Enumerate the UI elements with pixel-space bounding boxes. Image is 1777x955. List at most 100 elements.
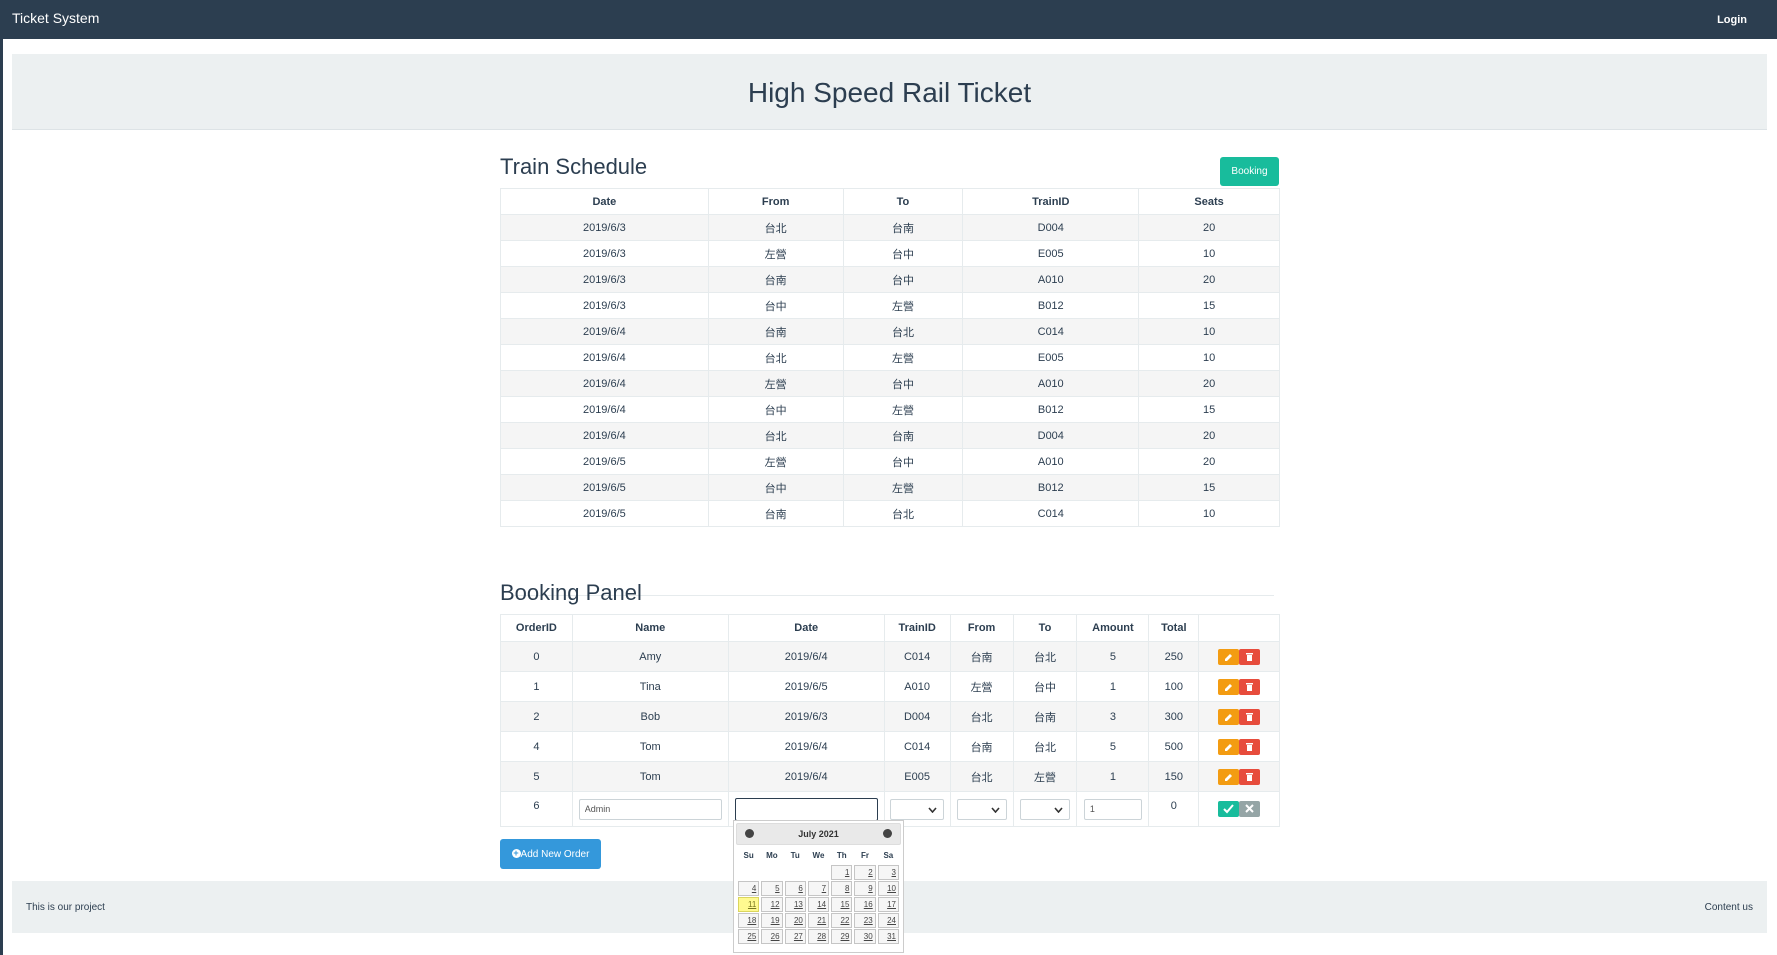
delete-button[interactable] xyxy=(1239,678,1261,695)
schedule-cell: 左營 xyxy=(842,396,964,423)
booking-cell: D004 xyxy=(883,701,951,732)
calendar-day[interactable]: 10 xyxy=(877,880,899,896)
schedule-cell: 2019/6/4 xyxy=(500,396,709,423)
login-link[interactable]: Login xyxy=(1717,14,1747,26)
schedule-cell: 20 xyxy=(1138,214,1280,241)
pencil-icon xyxy=(1225,683,1233,691)
calendar-week: 4 5 6 7 8 9 10 xyxy=(737,880,900,896)
calendar-day[interactable]: 1 xyxy=(831,864,853,880)
delete-button[interactable] xyxy=(1239,738,1261,755)
to-select[interactable] xyxy=(1019,798,1070,820)
calendar-day[interactable]: 22 xyxy=(831,912,853,928)
schedule-column-header: To xyxy=(842,188,964,215)
calendar-cell: 11 xyxy=(737,896,760,912)
date-input[interactable] xyxy=(734,797,878,821)
add-new-order-button[interactable]: + Add New Order xyxy=(500,839,601,869)
edit-button[interactable] xyxy=(1218,708,1240,725)
calendar-day[interactable]: 23 xyxy=(854,912,876,928)
delete-button[interactable] xyxy=(1239,648,1261,665)
schedule-cell: 左營 xyxy=(842,292,964,319)
edit-button[interactable] xyxy=(1218,738,1240,755)
booking-cell: Bob xyxy=(571,701,729,732)
booking-cell: 5 xyxy=(1076,641,1150,672)
contact-link[interactable]: Content us xyxy=(1705,902,1753,913)
calendar-day[interactable]: 19 xyxy=(761,912,783,928)
from-select[interactable] xyxy=(956,798,1007,820)
calendar-cell: 21 xyxy=(807,912,830,928)
pencil-icon xyxy=(1225,743,1233,751)
calendar-day[interactable]: 30 xyxy=(854,928,876,944)
calendar-day[interactable]: 4 xyxy=(738,880,760,896)
calendar-day[interactable]: 13 xyxy=(784,896,806,912)
schedule-cell: 10 xyxy=(1138,500,1280,527)
calendar-grid: Su Mo Tu We Th Fr Sa 1 2 3 4 5 6 7 8 9 10 11 12 13 14 15 16 17… xyxy=(737,847,900,944)
calendar-cell: 14 xyxy=(807,896,830,912)
schedule-cell: D004 xyxy=(962,214,1140,241)
amount-input[interactable] xyxy=(1083,798,1142,820)
calendar-day[interactable]: 3 xyxy=(877,864,899,880)
calendar-day[interactable]: 6 xyxy=(784,880,806,896)
schedule-cell: 台北 xyxy=(842,500,964,527)
edit-button[interactable] xyxy=(1218,678,1240,695)
schedule-cell: 2019/6/4 xyxy=(500,422,709,449)
train-select[interactable] xyxy=(890,798,945,820)
schedule-cell: 2019/6/3 xyxy=(500,214,709,241)
calendar-day[interactable]: 16 xyxy=(854,896,876,912)
schedule-cell: B012 xyxy=(962,396,1140,423)
schedule-cell: C014 xyxy=(962,318,1140,345)
plus-circle-icon: + xyxy=(511,848,521,859)
calendar-cell: 5 xyxy=(760,880,783,896)
calendar-cell: 25 xyxy=(737,928,760,944)
calendar-week: 11 12 13 14 15 16 17 xyxy=(737,896,900,912)
trash-icon xyxy=(1246,712,1254,721)
calendar-day[interactable]: 14 xyxy=(807,896,830,912)
calendar-day[interactable]: 20 xyxy=(784,912,806,928)
booking-row: 5 Tom 2019/6/4 E005 台北 左營 1 150 xyxy=(500,761,1280,792)
calendar-cell: 23 xyxy=(853,912,876,928)
calendar-cell: 27 xyxy=(784,928,807,944)
calendar-day[interactable]: 18 xyxy=(738,912,760,928)
calendar-day[interactable]: 31 xyxy=(877,928,899,944)
calendar-day[interactable]: 5 xyxy=(761,880,783,896)
page-content: High Speed Rail Ticket Train Schedule Bo… xyxy=(3,39,1777,955)
calendar-day[interactable]: 26 xyxy=(761,928,783,944)
delete-button[interactable] xyxy=(1239,768,1261,785)
booking-button[interactable]: Booking xyxy=(1220,157,1279,186)
calendar-day[interactable]: 24 xyxy=(877,912,899,928)
cancel-button[interactable] xyxy=(1239,801,1261,817)
schedule-cell: 15 xyxy=(1138,474,1280,501)
calendar-day[interactable]: 17 xyxy=(877,896,899,912)
weekday-label: Sa xyxy=(876,847,900,864)
calendar-day[interactable]: 12 xyxy=(761,896,783,912)
schedule-cell: 2019/6/5 xyxy=(500,500,709,527)
brand-link[interactable]: Ticket System xyxy=(12,10,99,26)
name-input[interactable] xyxy=(578,798,722,820)
calendar-day[interactable]: 7 xyxy=(807,880,830,896)
schedule-cell: 台北 xyxy=(707,214,844,241)
delete-button[interactable] xyxy=(1239,708,1261,725)
schedule-cell: 左營 xyxy=(842,474,964,501)
weekday-label: Su xyxy=(737,847,761,864)
check-icon xyxy=(1223,804,1234,814)
calendar-day[interactable]: 21 xyxy=(807,912,830,928)
calendar-day[interactable]: 29 xyxy=(831,928,853,944)
booking-column-header: TrainID xyxy=(883,614,951,642)
booking-actions xyxy=(1198,761,1280,792)
calendar-day[interactable]: 11 xyxy=(738,896,760,912)
edit-button[interactable] xyxy=(1218,648,1240,665)
booking-actions xyxy=(1198,731,1280,762)
calendar-day[interactable]: 2 xyxy=(854,864,876,880)
schedule-cell: C014 xyxy=(962,500,1140,527)
next-month-icon[interactable] xyxy=(883,829,892,838)
confirm-button[interactable] xyxy=(1218,801,1240,817)
schedule-row: 2019/6/4 左營 台中 A010 20 xyxy=(500,370,1280,397)
calendar-day[interactable]: 15 xyxy=(831,896,853,912)
trash-icon xyxy=(1246,772,1254,781)
calendar-day[interactable]: 27 xyxy=(784,928,806,944)
calendar-day[interactable]: 28 xyxy=(807,928,830,944)
calendar-day[interactable]: 9 xyxy=(854,880,876,896)
calendar-day[interactable]: 25 xyxy=(738,928,760,944)
schedule-cell: 台南 xyxy=(707,266,844,293)
calendar-day[interactable]: 8 xyxy=(831,880,853,896)
edit-button[interactable] xyxy=(1218,768,1240,785)
